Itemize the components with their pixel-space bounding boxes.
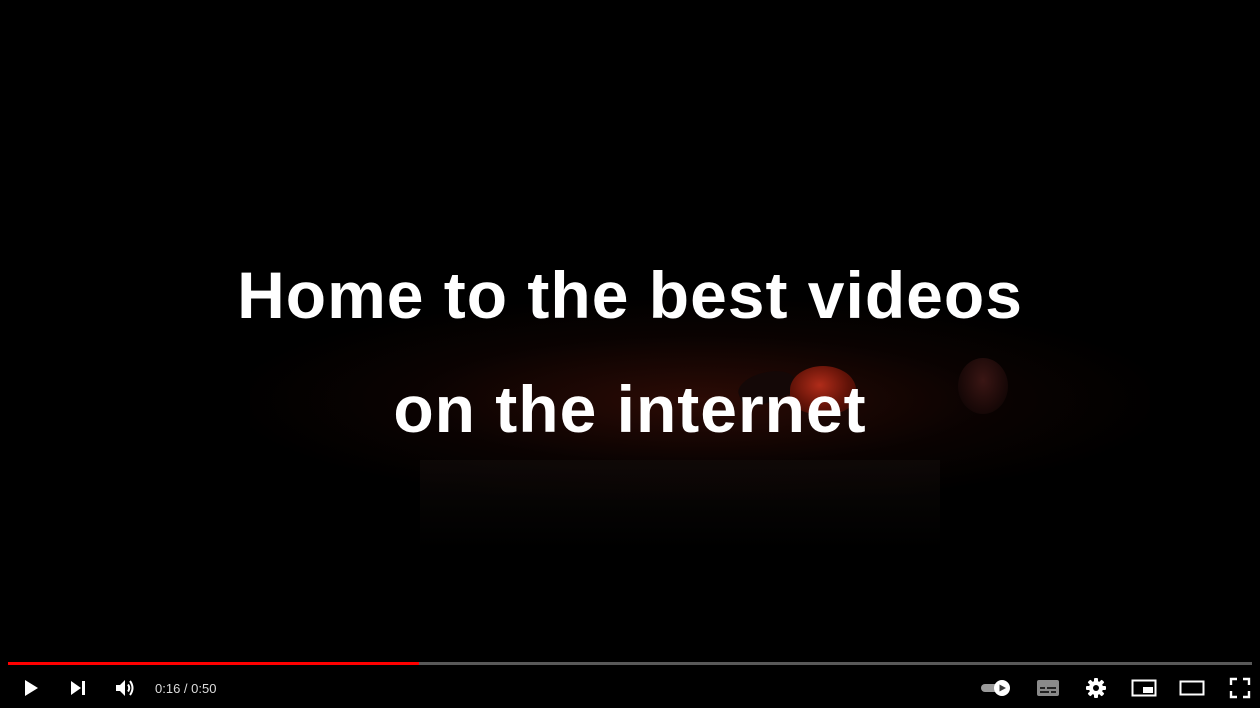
next-icon — [71, 681, 85, 695]
settings-button[interactable]: HD — [1072, 668, 1120, 708]
fullscreen-icon — [1229, 677, 1251, 699]
volume-button[interactable] — [101, 668, 149, 708]
autoplay-toggle-icon — [981, 680, 1010, 696]
video-headline-line1: Home to the best videos — [237, 258, 1023, 332]
gear-icon — [1086, 678, 1106, 698]
progress-bar[interactable] — [8, 661, 1252, 666]
play-button[interactable] — [7, 668, 55, 708]
duration: 0:50 — [191, 681, 217, 696]
theater-mode-icon — [1179, 680, 1205, 696]
subtitles-icon — [1037, 680, 1059, 696]
fullscreen-button[interactable] — [1216, 668, 1260, 708]
next-button[interactable] — [54, 668, 102, 708]
autoplay-toggle[interactable] — [973, 668, 1021, 708]
subtitles-button[interactable] — [1024, 668, 1072, 708]
video-frame[interactable]: Home to the best videos on the internet — [0, 0, 1260, 708]
progress-played — [8, 662, 419, 665]
scene-table — [420, 460, 940, 550]
time-display: 0:16 / 0:50 — [155, 668, 216, 708]
video-headline-line2: on the internet — [393, 372, 867, 446]
current-time: 0:16 — [155, 681, 181, 696]
miniplayer-button[interactable] — [1120, 668, 1168, 708]
theater-mode-button[interactable] — [1168, 668, 1216, 708]
video-player[interactable]: Home to the best videos on the internet — [0, 0, 1260, 708]
player-controls: 0:16 / 0:50 — [0, 668, 1260, 708]
play-icon — [25, 680, 38, 696]
volume-icon — [116, 680, 134, 696]
miniplayer-icon — [1131, 679, 1157, 697]
time-separator: / — [180, 681, 192, 696]
